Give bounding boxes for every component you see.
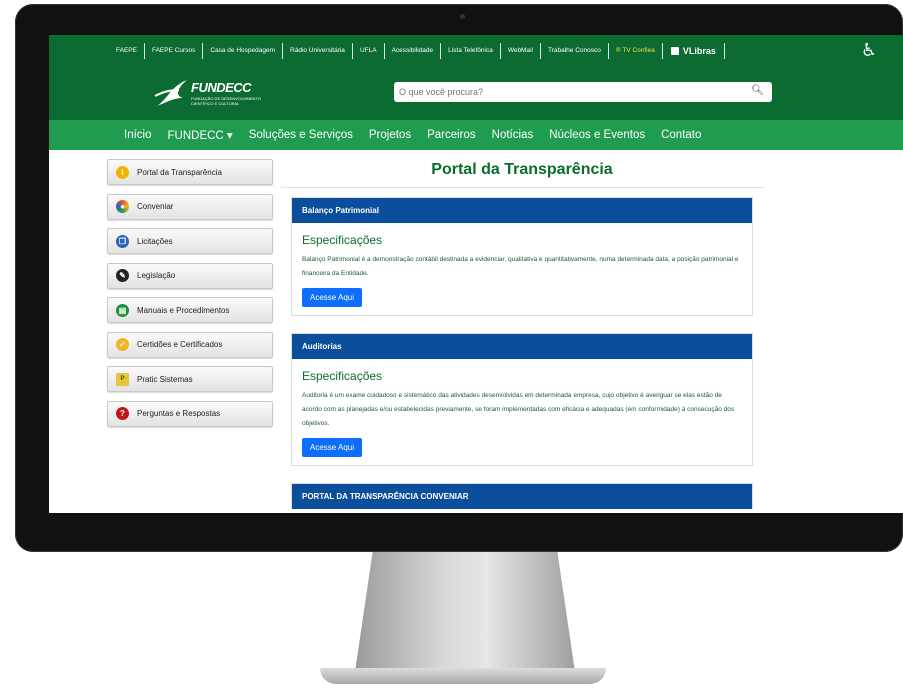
sidebar-item-conveniar[interactable]: ● Conveniar	[107, 193, 273, 220]
nav-parceiros[interactable]: Parceiros	[427, 129, 476, 141]
nav-nucleos-eventos[interactable]: Núcleos e Eventos	[549, 129, 645, 141]
sidebar-item-label: Conveniar	[137, 202, 174, 211]
sidebar-item-portal-transparencia[interactable]: i Portal da Transparência	[107, 159, 273, 185]
search-box: 🔍︎	[394, 82, 772, 102]
acesse-aqui-button[interactable]: Acesse Aqui	[302, 288, 363, 307]
sidebar-item-manuais[interactable]: ▤ Manuais e Procedimentos	[107, 297, 273, 323]
search-icon[interactable]: 🔍︎	[751, 85, 764, 96]
card-heading: Balanço Patrimonial	[292, 198, 752, 223]
top-link-faepe[interactable]: FAEPE	[109, 42, 145, 59]
nav-solucoes-servicos[interactable]: Soluções e Serviços	[249, 129, 353, 141]
card-heading[interactable]: PORTAL DA TRANSPARÊNCIA CONVENIAR	[292, 484, 752, 509]
licitacoes-icon: ❐	[116, 234, 129, 248]
top-link-lista-telefonica[interactable]: Lista Telefônica	[441, 42, 501, 59]
title-divider	[281, 187, 763, 188]
top-bar: FAEPE FAEPE Cursos Casa de Hospedagem Rá…	[49, 35, 903, 66]
top-link-casa-hospedagem[interactable]: Casa de Hospedagem	[203, 42, 284, 59]
nav-fundecc[interactable]: FUNDECC ▾	[168, 128, 233, 142]
page-title: Portal da Transparência	[431, 161, 613, 178]
sidebar-item-label: Licitações	[137, 236, 173, 246]
acesse-aqui-button[interactable]: Acesse Aqui	[302, 438, 363, 457]
sidebar: i Portal da Transparência ● Conveniar ❐ …	[107, 159, 273, 435]
search-input[interactable]	[399, 82, 739, 102]
card-auditorias: Auditorias Especificações Auditoria é um…	[291, 333, 753, 466]
vlibras-icon	[670, 46, 679, 55]
sidebar-item-label: Pratic Sistemas	[137, 374, 193, 384]
fundecc-logo[interactable]: FUNDECC FUNDAÇÃO DE DESENVOLVIMENTO CIEN…	[153, 72, 273, 114]
nav-noticias[interactable]: Notícias	[492, 129, 534, 141]
nav-contato[interactable]: Contato	[661, 129, 701, 141]
card-portal-conveniar: PORTAL DA TRANSPARÊNCIA CONVENIAR	[291, 483, 753, 509]
sidebar-item-licitacoes[interactable]: ❐ Licitações	[107, 228, 273, 254]
card-heading: Auditorias	[292, 334, 752, 359]
sidebar-item-perguntas[interactable]: ? Perguntas e Respostas	[107, 400, 273, 427]
logo-swoosh-icon	[154, 80, 187, 106]
card-body: Especificações Balanço Patrimonial é a d…	[292, 223, 752, 315]
certificate-icon: ✓	[116, 338, 129, 351]
legislacao-icon: ✎	[116, 269, 129, 282]
main-nav: Início FUNDECC ▾ Soluções e Serviços Pro…	[49, 120, 903, 150]
card-text: Balanço Patrimonial é a demonstração con…	[302, 256, 739, 277]
question-icon: ?	[116, 407, 129, 420]
sidebar-item-label: Certidões e Certificados	[137, 340, 223, 349]
card-balanco-patrimonial: Balanço Patrimonial Especificações Balan…	[291, 197, 753, 316]
accessibility-icon[interactable]: ♿	[861, 40, 877, 61]
top-link-trabalhe-conosco[interactable]: Trabalhe Conosco	[541, 42, 609, 59]
sidebar-item-pratic[interactable]: P Pratic Sistemas	[107, 366, 273, 392]
top-link-faepe-cursos[interactable]: FAEPE Cursos	[145, 42, 204, 59]
header: FUNDECC FUNDAÇÃO DE DESENVOLVIMENTO CIEN…	[49, 66, 903, 120]
card-text: Auditoria é um exame cuidadoso e sistemá…	[302, 392, 735, 427]
brand-tagline: FUNDAÇÃO DE DESENVOLVIMENTO CIENTÍFICO E…	[191, 96, 261, 106]
card-subtitle: Especificações	[302, 233, 383, 247]
sidebar-item-label: Manuais e Procedimentos	[137, 305, 230, 315]
book-icon: ▤	[116, 303, 129, 317]
conveniar-icon: ●	[116, 200, 129, 213]
vlibras-label: VLibras	[682, 45, 716, 56]
nav-projetos[interactable]: Projetos	[369, 129, 411, 141]
top-link-ufla[interactable]: UFLA	[353, 42, 385, 59]
card-subtitle: Especificações	[302, 369, 383, 383]
monitor-stand	[355, 552, 575, 672]
monitor-stand-base	[320, 668, 606, 684]
vlibras-button[interactable]: VLibras	[663, 42, 725, 59]
sidebar-item-certidoes[interactable]: ✓ Certidões e Certificados	[107, 331, 273, 358]
card-body: Especificações Auditoria é um exame cuid…	[292, 359, 752, 465]
pratic-icon: P	[116, 372, 129, 386]
info-icon: i	[116, 165, 129, 179]
top-link-radio[interactable]: Rádio Universitária	[283, 42, 353, 59]
brand-name: FUNDECC	[191, 80, 252, 95]
browser-screen: FAEPE FAEPE Cursos Casa de Hospedagem Rá…	[49, 35, 903, 513]
top-link-acessibilidade[interactable]: Acessibilidade	[385, 42, 442, 59]
camera-dot	[460, 14, 465, 19]
sidebar-item-label: Portal da Transparência	[137, 167, 222, 177]
nav-inicio[interactable]: Início	[124, 129, 152, 141]
top-links: FAEPE FAEPE Cursos Casa de Hospedagem Rá…	[109, 35, 725, 66]
top-link-tv-confiea[interactable]: ® TV Confiea	[609, 42, 663, 59]
sidebar-item-label: Legislação	[137, 271, 176, 280]
sidebar-item-legislacao[interactable]: ✎ Legislação	[107, 262, 273, 289]
top-link-webmail[interactable]: WebMail	[501, 42, 541, 59]
sidebar-item-label: Perguntas e Respostas	[137, 409, 221, 418]
